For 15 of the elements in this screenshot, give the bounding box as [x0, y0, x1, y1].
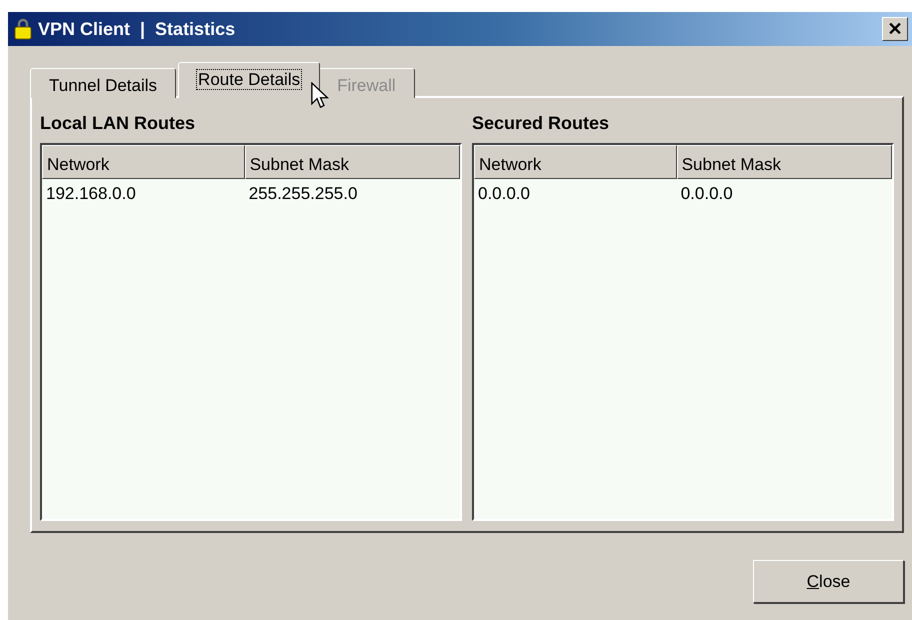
window-title: VPN Client | Statistics: [38, 18, 236, 41]
column-header[interactable]: Subnet Mask: [244, 145, 460, 179]
section-heading: Secured Routes: [472, 112, 610, 135]
table-cell-text: 192.168.0.0: [45, 183, 137, 205]
column-header[interactable]: Network: [474, 145, 677, 179]
close-button[interactable]: ✕: [882, 17, 908, 41]
table-cell-text: 0.0.0.0: [477, 183, 531, 205]
section-heading: Local LAN Routes: [40, 112, 196, 135]
column-header[interactable]: Subnet Mask: [676, 145, 892, 179]
tab[interactable]: Tunnel Details: [30, 68, 176, 98]
table-cell-text: 255.255.255.0: [248, 183, 358, 205]
tab[interactable]: Route Details: [178, 62, 320, 98]
close-button[interactable]: Close: [753, 560, 904, 603]
table-cell-text: 0.0.0.0: [680, 183, 734, 205]
column-header[interactable]: Network: [42, 145, 245, 179]
